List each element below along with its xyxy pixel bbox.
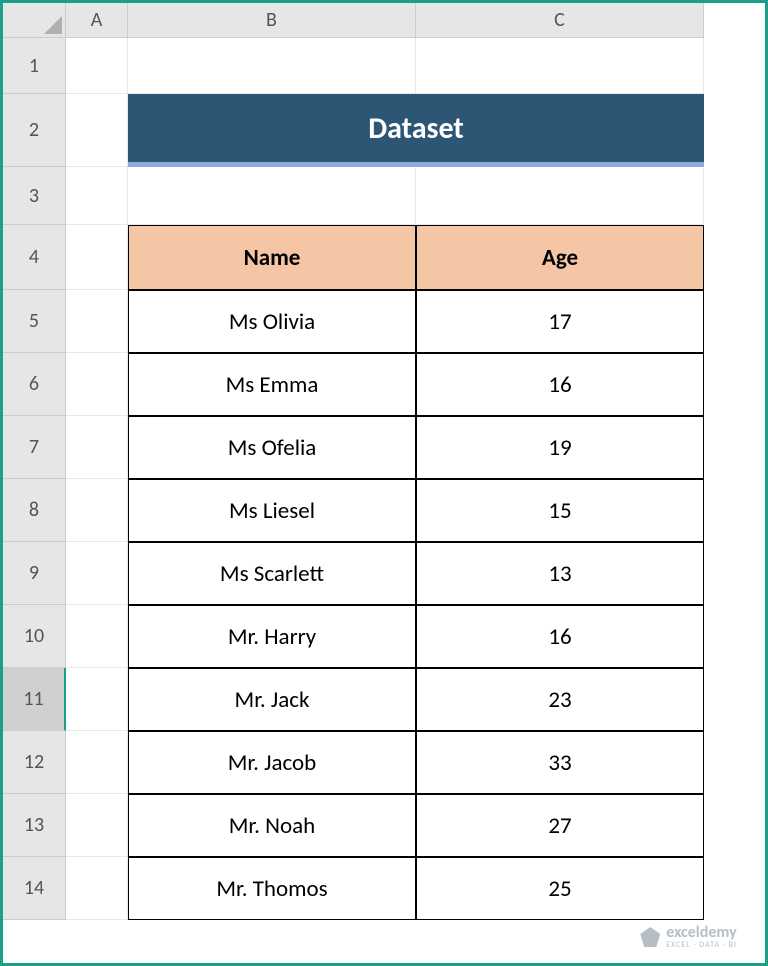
cell-age[interactable]: 13 [416,542,704,605]
cell-A3[interactable] [66,167,128,225]
row-headers: 1234567891011121314 [3,38,66,920]
cell-A4[interactable] [66,225,128,290]
cell-age[interactable]: 25 [416,857,704,920]
cell-A9[interactable] [66,542,128,605]
select-all-button[interactable] [3,3,66,38]
cell-name[interactable]: Mr. Jacob [128,731,416,794]
table-header-name[interactable]: Name [128,225,416,290]
cell-name[interactable]: Mr. Jack [128,668,416,731]
table-row: Mr. Thomos25 [128,857,704,920]
row-header-8[interactable]: 8 [3,479,66,542]
cell-A6[interactable] [66,353,128,416]
table-header-age[interactable]: Age [416,225,704,290]
row-header-13[interactable]: 13 [3,794,66,857]
row-header-2[interactable]: 2 [3,94,66,167]
cell-age[interactable]: 17 [416,290,704,353]
cell-name[interactable]: Ms Scarlett [128,542,416,605]
row-header-3[interactable]: 3 [3,167,66,225]
row-header-1[interactable]: 1 [3,38,66,94]
cell-age[interactable]: 27 [416,794,704,857]
title-cell[interactable]: Dataset [128,94,704,167]
cell-A1[interactable] [66,38,128,94]
watermark-brand: exceldemy [666,925,737,941]
cell-name[interactable]: Mr. Noah [128,794,416,857]
cell-name[interactable]: Ms Liesel [128,479,416,542]
cell-B1[interactable] [128,38,416,94]
cell-A13[interactable] [66,794,128,857]
table-row: Mr. Jacob33 [128,731,704,794]
col-header-A[interactable]: A [66,3,128,38]
cell-C1[interactable] [416,38,704,94]
title-text: Dataset [368,110,464,147]
table-row: Ms Ofelia19 [128,416,704,479]
col-header-B[interactable]: B [128,3,416,38]
row-header-12[interactable]: 12 [3,731,66,794]
cell-name[interactable]: Ms Emma [128,353,416,416]
col-header-C[interactable]: C [416,3,704,38]
row-header-5[interactable]: 5 [3,290,66,353]
table-row: Mr. Harry16 [128,605,704,668]
table-row: Mr. Noah27 [128,794,704,857]
row-header-14[interactable]: 14 [3,857,66,920]
cell-A8[interactable] [66,479,128,542]
cell-name[interactable]: Ms Olivia [128,290,416,353]
cell-age[interactable]: 23 [416,668,704,731]
cell-A12[interactable] [66,731,128,794]
cell-A2[interactable] [66,94,128,167]
table-row: Ms Olivia17 [128,290,704,353]
cell-age[interactable]: 16 [416,605,704,668]
table-row: Ms Liesel15 [128,479,704,542]
cell-C3[interactable] [416,167,704,225]
watermark-tagline: EXCEL · DATA · BI [666,941,737,949]
cell-age[interactable]: 15 [416,479,704,542]
row-header-7[interactable]: 7 [3,416,66,479]
row-header-6[interactable]: 6 [3,353,66,416]
table-row: Ms Scarlett13 [128,542,704,605]
column-headers: ABC [66,3,704,38]
cell-name[interactable]: Mr. Harry [128,605,416,668]
row-header-10[interactable]: 10 [3,605,66,668]
cell-age[interactable]: 16 [416,353,704,416]
cell-age[interactable]: 33 [416,731,704,794]
cell-A11[interactable] [66,668,128,731]
table-row: Mr. Jack23 [128,668,704,731]
cell-name[interactable]: Ms Ofelia [128,416,416,479]
cell-A10[interactable] [66,605,128,668]
cell-A5[interactable] [66,290,128,353]
row-header-11[interactable]: 11 [3,668,66,731]
cell-name[interactable]: Mr. Thomos [128,857,416,920]
watermark-logo-icon [640,927,660,947]
cell-A14[interactable] [66,857,128,920]
spreadsheet: ABC 1234567891011121314 Dataset NameAgeM… [3,3,765,963]
cell-age[interactable]: 19 [416,416,704,479]
watermark: exceldemy EXCEL · DATA · BI [640,925,737,949]
row-header-4[interactable]: 4 [3,225,66,290]
cell-A7[interactable] [66,416,128,479]
row-header-9[interactable]: 9 [3,542,66,605]
cell-B3[interactable] [128,167,416,225]
table-row: Ms Emma16 [128,353,704,416]
data-table: NameAgeMs Olivia17Ms Emma16Ms Ofelia19Ms… [128,225,704,920]
